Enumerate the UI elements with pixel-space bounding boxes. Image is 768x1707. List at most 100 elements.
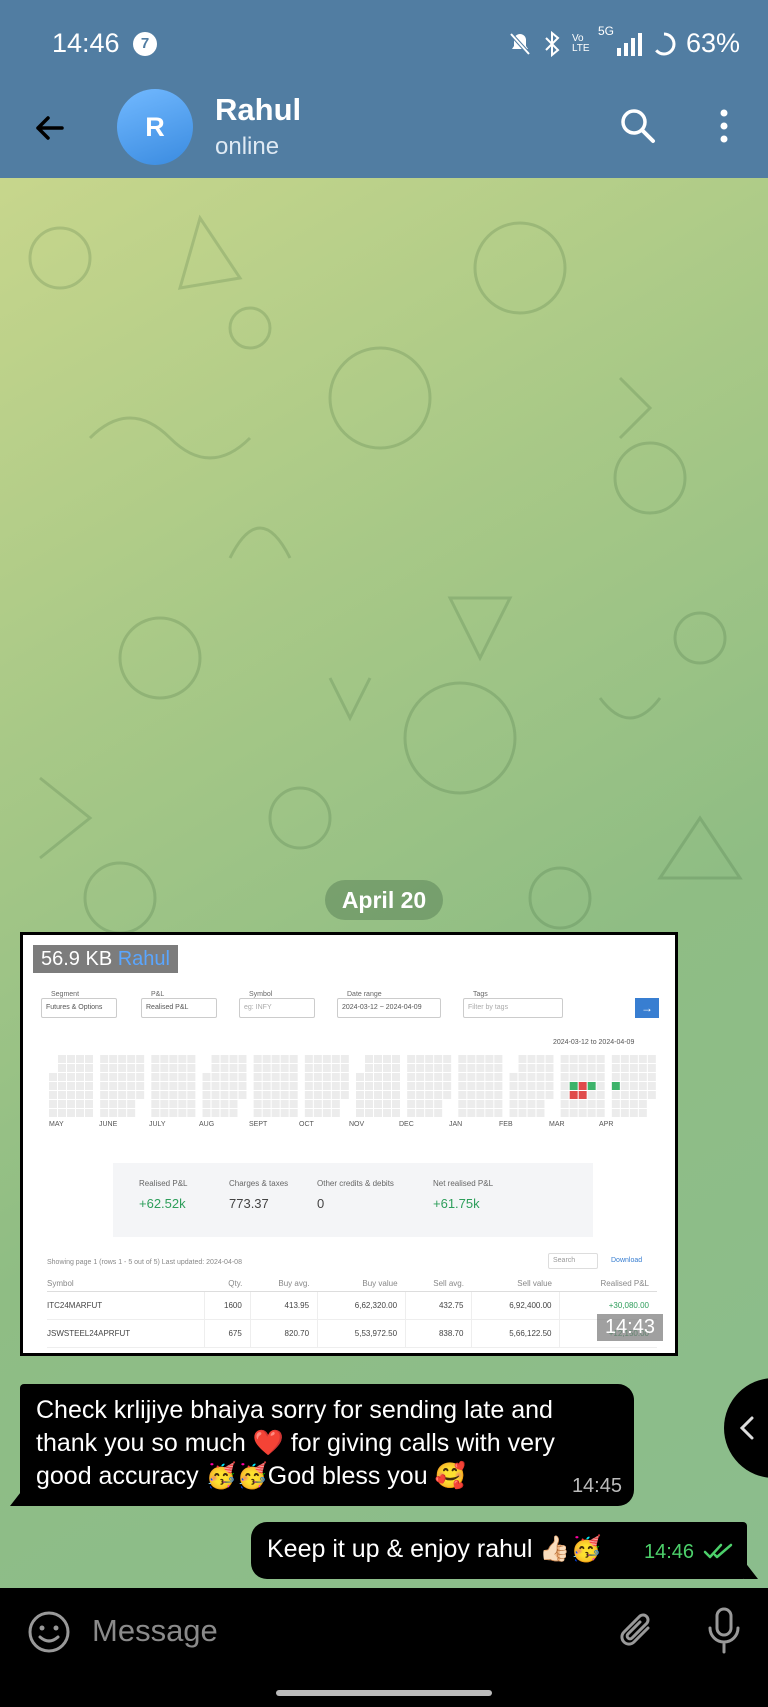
date-range-input: 2024-03-12 ~ 2024-04-09 <box>337 998 441 1018</box>
heatmap-cell <box>356 1073 364 1081</box>
heatmap-cell <box>322 1100 331 1108</box>
sender-name[interactable]: Rahul <box>118 948 170 970</box>
heatmap-cell <box>536 1109 545 1117</box>
heatmap-cell <box>160 1109 169 1117</box>
heatmap-cell <box>536 1073 545 1081</box>
heatmap-cell <box>100 1064 109 1072</box>
more-options-icon[interactable] <box>712 104 736 148</box>
heatmap-cell <box>304 1055 313 1063</box>
heatmap-cell <box>476 1082 485 1090</box>
notification-count-badge: 7 <box>133 32 157 56</box>
heatmap-cell <box>151 1064 160 1072</box>
heatmap-cell <box>509 1082 518 1090</box>
heatmap-cell <box>262 1109 271 1117</box>
table-cell: 838.70 <box>405 1319 472 1348</box>
table-cell: 432.75 <box>405 1291 472 1320</box>
heatmap-cell <box>545 1055 554 1063</box>
heatmap-cell <box>485 1055 494 1063</box>
heatmap-cell <box>416 1100 425 1108</box>
heatmap-cell <box>136 1073 145 1081</box>
heatmap-cell <box>100 1100 109 1108</box>
back-arrow-icon[interactable] <box>28 106 72 150</box>
microphone-icon[interactable] <box>704 1606 744 1656</box>
heatmap-cell <box>49 1073 57 1081</box>
message-input[interactable] <box>92 1608 492 1654</box>
heatmap-cell <box>611 1064 620 1072</box>
heatmap-cell <box>365 1073 373 1081</box>
heatmap-cell <box>620 1100 629 1108</box>
heatmap-cell <box>187 1109 196 1117</box>
heatmap-cell <box>187 1082 196 1090</box>
table-cell: 675 <box>203 1319 251 1348</box>
heatmap-cell <box>262 1091 271 1099</box>
heatmap-cell <box>178 1064 187 1072</box>
home-indicator[interactable] <box>276 1690 492 1696</box>
heatmap-cell <box>67 1100 75 1108</box>
search-icon[interactable] <box>616 104 660 148</box>
heatmap-cell <box>289 1064 298 1072</box>
heatmap-cell <box>331 1109 340 1117</box>
heatmap-cell <box>356 1082 364 1090</box>
column-header: Buy value <box>317 1277 406 1292</box>
heatmap-cell <box>425 1055 434 1063</box>
heatmap-cell <box>578 1082 587 1090</box>
battery-icon <box>652 32 676 55</box>
incoming-message[interactable]: Check krlijiye bhaiya sorry for sending … <box>20 1384 634 1506</box>
heatmap-cell <box>416 1091 425 1099</box>
heatmap-cell <box>587 1073 596 1081</box>
column-header: Symbol <box>47 1277 205 1292</box>
heatmap-cell <box>629 1064 638 1072</box>
avatar[interactable]: R <box>117 89 193 165</box>
heatmap-cell <box>127 1109 136 1117</box>
heatmap-cell <box>374 1109 382 1117</box>
heatmap-cell <box>392 1091 400 1099</box>
heatmap-cell <box>304 1100 313 1108</box>
heatmap-cell <box>58 1082 66 1090</box>
heatmap-cell <box>416 1064 425 1072</box>
heatmap-cell <box>407 1055 416 1063</box>
heatmap-cell <box>151 1055 160 1063</box>
heatmap-cell <box>100 1082 109 1090</box>
contact-name[interactable]: Rahul <box>215 92 301 128</box>
heatmap-cell <box>407 1109 416 1117</box>
heatmap-cell <box>596 1055 605 1063</box>
heatmap-cell <box>434 1055 443 1063</box>
heatmap-cell <box>100 1091 109 1099</box>
heatmap-cell <box>578 1091 587 1099</box>
heatmap-cell <box>647 1082 656 1090</box>
heatmap-cell <box>374 1091 382 1099</box>
heatmap-cell <box>58 1055 66 1063</box>
photo-message[interactable]: Segment Futures & Options P&L Realised P… <box>20 932 678 1356</box>
outgoing-message[interactable]: Keep it up & enjoy rahul 👍🏻🥳 14:46 <box>251 1522 747 1579</box>
filter-label: P&L <box>151 991 165 998</box>
heatmap-cell <box>458 1055 467 1063</box>
download-link: Download <box>611 1257 643 1264</box>
heatmap-cell <box>100 1055 109 1063</box>
attach-icon[interactable] <box>618 1610 658 1654</box>
heatmap-cell <box>331 1082 340 1090</box>
summary-label: Realised P&L <box>139 1179 188 1188</box>
heatmap-cell <box>443 1064 452 1072</box>
heatmap-cell <box>458 1091 467 1099</box>
table-cell: 5,53,972.50 <box>317 1319 406 1348</box>
heatmap-cell <box>58 1073 66 1081</box>
heatmap-cell <box>620 1109 629 1117</box>
column-header: Sell value <box>471 1277 560 1292</box>
heatmap-month-label: FEB <box>499 1121 513 1128</box>
heatmap-cell <box>596 1109 605 1117</box>
heatmap-cell <box>374 1055 382 1063</box>
heatmap-cell <box>434 1082 443 1090</box>
heatmap-cell <box>638 1091 647 1099</box>
emoji-icon[interactable] <box>27 1610 71 1654</box>
heatmap-cell <box>85 1073 93 1081</box>
heatmap-cell <box>109 1073 118 1081</box>
heatmap-cell <box>49 1082 57 1090</box>
heatmap-cell <box>629 1109 638 1117</box>
heatmap-cell <box>211 1091 220 1099</box>
heatmap-cell <box>49 1100 57 1108</box>
heatmap-cell <box>485 1091 494 1099</box>
heatmap-cell <box>160 1091 169 1099</box>
heatmap-cell <box>407 1100 416 1108</box>
heatmap-cell <box>262 1064 271 1072</box>
summary-value: +62.52k <box>139 1196 186 1211</box>
